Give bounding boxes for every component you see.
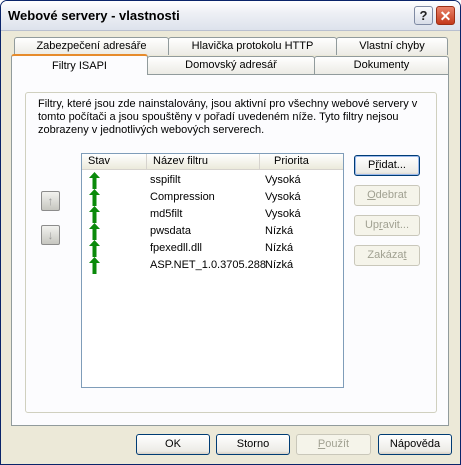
status-up-arrow-icon [89,240,100,257]
remove-button[interactable]: Odebrat [354,185,420,206]
apply-label: oužít [325,438,350,450]
filter-priority: Nízká [265,259,294,271]
filter-name: pwsdata [150,225,191,237]
tab-custom-errors[interactable]: Vlastní chyby [336,37,448,55]
filter-priority: Vysoká [265,208,301,220]
tab-directory-security[interactable]: Zabezpečení adresáře [14,37,169,55]
status-up-arrow-icon [89,172,100,189]
disable-label: Zakáza [367,249,404,261]
filter-name: fpexedll.dll [150,242,202,254]
status-up-arrow-icon [89,257,100,274]
edit-button[interactable]: Upravit... [354,215,420,236]
close-button[interactable]: ✕ [436,6,455,25]
remove-label: debrat [375,189,407,201]
status-up-arrow-icon [89,206,100,223]
filter-row[interactable]: pwsdata Nízká [82,223,343,240]
column-header-filter-name[interactable]: Název filtru [147,154,260,170]
filter-name: md5filt [150,208,183,220]
tab-home-directory[interactable]: Domovský adresář [147,56,315,74]
title-bar: Webové servery - vlastnosti ? ✕ [1,1,460,31]
filter-name: ASP.NET_1.0.3705.288 [150,259,266,271]
filter-row[interactable]: Compression Vysoká [82,189,343,206]
help-title-button[interactable]: ? [414,6,433,25]
filter-row[interactable]: sspifilt Vysoká [82,172,343,189]
help-button[interactable]: Nápověda [378,434,452,455]
filter-name: sspifilt [150,174,181,186]
move-down-button[interactable]: ↓ [41,225,60,245]
filters-description: Filtry, které jsou zde nainstalovány, js… [38,98,418,136]
filter-priority: Vysoká [265,174,301,186]
remove-accesskey: O [367,189,376,201]
column-header-status[interactable]: Stav [82,154,147,170]
tab-http-headers[interactable]: Hlavička protokolu HTTP [168,37,337,55]
filter-row[interactable]: md5filt Vysoká [82,206,343,223]
column-header-priority[interactable]: Priorita [260,154,343,170]
filter-row[interactable]: ASP.NET_1.0.3705.288 Nízká [82,257,343,274]
move-up-button[interactable]: ↑ [41,191,60,211]
properties-dialog: Webové servery - vlastnosti ? ✕ Zabezpeč… [0,0,461,465]
status-up-arrow-icon [89,223,100,240]
tab-isapi-filters[interactable]: Filtry ISAPI [11,54,148,75]
edit-label-rest: avit... [382,219,410,231]
apply-button[interactable]: Použít [296,434,371,455]
filter-priority: Nízká [265,242,294,254]
filter-row[interactable]: fpexedll.dll Nízká [82,240,343,257]
add-button[interactable]: Přidat... [354,155,420,176]
filters-list[interactable]: Stav Název filtru Priorita sspifilt Vyso… [81,153,344,388]
window-title: Webové servery - vlastnosti [8,8,180,23]
filter-priority: Nízká [265,225,294,237]
status-up-arrow-icon [89,189,100,206]
filter-priority: Vysoká [265,191,301,203]
ok-button[interactable]: OK [136,434,210,455]
tab-documents[interactable]: Dokumenty [314,56,449,74]
add-label-rest: idat... [379,159,406,171]
filter-name: Compression [150,191,215,203]
disable-accesskey: t [403,249,407,261]
disable-button[interactable]: Zakázat [354,245,420,266]
edit-label: Up [364,219,380,231]
cancel-button[interactable]: Storno [216,434,290,455]
